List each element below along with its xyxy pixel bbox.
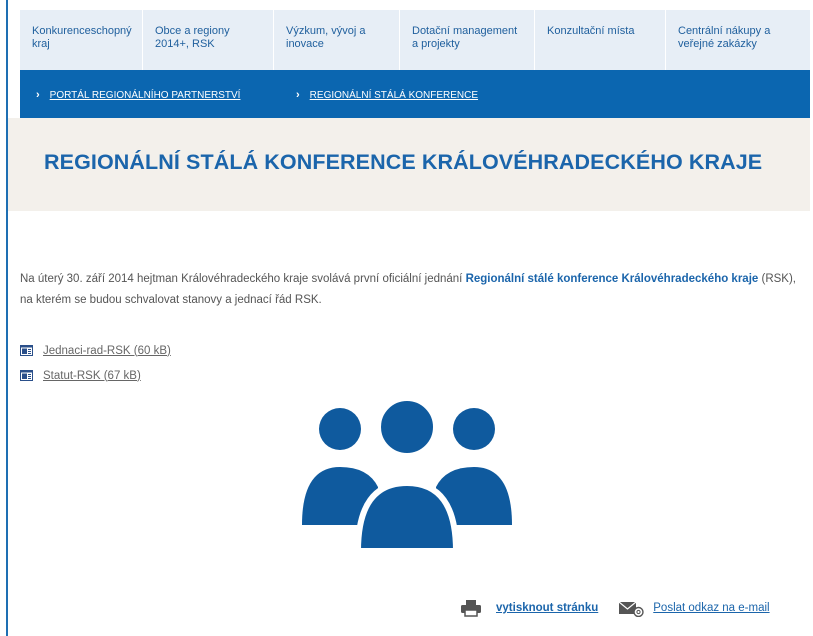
intro-text-before: Na úterý 30. září 2014 hejtman Královéhr…: [20, 272, 466, 285]
breadcrumb-item-konference[interactable]: › REGIONÁLNÍ STÁLÁ KONFERENCE: [296, 89, 478, 101]
people-group-icon: [302, 395, 512, 554]
word-document-icon: [20, 345, 33, 356]
breadcrumb-item-portal[interactable]: › PORTÁL REGIONÁLNÍHO PARTNERSTVÍ: [36, 89, 240, 101]
attachment-item: Statut-RSK (67 kB): [20, 363, 171, 388]
nav-item-label: Konkurenceschopný kraj: [32, 25, 132, 50]
print-button[interactable]: vytisknout stránku: [460, 599, 598, 617]
nav-item-konkurenceschopny-kraj[interactable]: Konkurenceschopný kraj: [20, 10, 143, 70]
nav-item-obce-a-regiony[interactable]: Obce a regiony 2014+, RSK: [143, 10, 274, 70]
email-icon: [618, 601, 644, 617]
intro-paragraph: Na úterý 30. září 2014 hejtman Královéhr…: [20, 269, 800, 311]
page-title: REGIONÁLNÍ STÁLÁ KONFERENCE KRÁLOVÉHRADE…: [44, 150, 763, 174]
rsk-link[interactable]: Regionální stálé konference Královéhrade…: [466, 273, 759, 285]
attachment-link[interactable]: Statut-RSK (67 kB): [43, 370, 141, 382]
chevron-right-icon: ›: [296, 89, 300, 101]
email-link[interactable]: Poslat odkaz na e-mail: [653, 602, 769, 614]
attachment-item: Jednaci-rad-RSK (60 kB): [20, 338, 171, 363]
nav-item-centralni-nakupy[interactable]: Centrální nákupy a veřejné zakázky: [666, 10, 810, 70]
email-link-button[interactable]: Poslat odkaz na e-mail: [618, 600, 770, 617]
nav-item-label: Dotační management a projekty: [412, 25, 518, 50]
breadcrumb-label: REGIONÁLNÍ STÁLÁ KONFERENCE: [309, 90, 479, 101]
print-link[interactable]: vytisknout stránku: [496, 602, 598, 614]
breadcrumb: › PORTÁL REGIONÁLNÍHO PARTNERSTVÍ › REGION…: [20, 70, 810, 118]
printer-icon: [461, 600, 481, 617]
breadcrumb-label: PORTÁL REGIONÁLNÍHO PARTNERSTVÍ: [49, 90, 241, 101]
page-header: REGIONÁLNÍ STÁLÁ KONFERENCE KRÁLOVÉHRADE…: [8, 118, 810, 211]
attachment-list: Jednaci-rad-RSK (60 kB) Statut-RSK (67 k…: [20, 338, 171, 388]
nav-item-label: Obce a regiony 2014+, RSK: [155, 25, 230, 50]
nav-item-vyzkum-vyvoj[interactable]: Výzkum, vývoj a inovace: [274, 10, 400, 70]
nav-item-label: Centrální nákupy a veřejné zakázky: [678, 25, 771, 50]
word-document-icon: [20, 370, 33, 381]
nav-item-label: Konzultační místa: [547, 25, 635, 37]
page-actions: vytisknout stránku Poslat odkaz na e-mai…: [460, 598, 770, 618]
chevron-right-icon: ›: [36, 89, 40, 101]
nav-item-label: Výzkum, vývoj a inovace: [286, 25, 366, 50]
page-frame-border: [6, 0, 8, 636]
nav-item-dotacni-management[interactable]: Dotační management a projekty: [400, 10, 535, 70]
nav-item-konzultacni-mista[interactable]: Konzultační místa: [535, 10, 666, 70]
attachment-link[interactable]: Jednaci-rad-RSK (60 kB): [43, 345, 171, 357]
top-navigation: Konkurenceschopný kraj Obce a regiony 20…: [20, 10, 810, 70]
